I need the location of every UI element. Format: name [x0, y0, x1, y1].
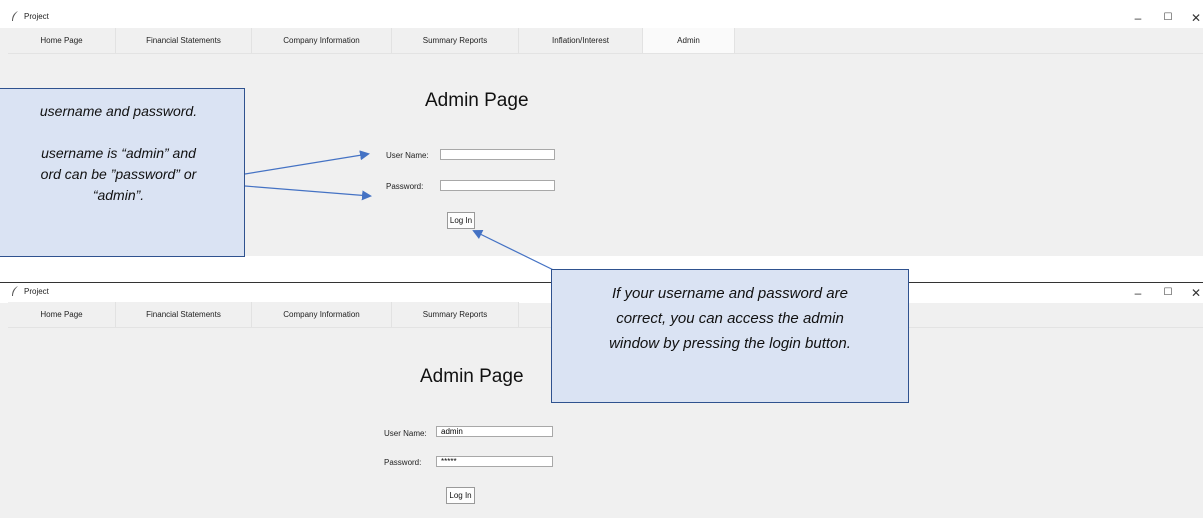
password-input[interactable] [440, 180, 555, 191]
username-input[interactable]: admin [436, 426, 553, 437]
callout-line: If your username and password are [612, 285, 848, 302]
tab-admin[interactable]: Admin [643, 28, 735, 53]
callout-line [0, 122, 244, 143]
tab-financial-statements[interactable]: Financial Statements [116, 28, 252, 53]
title-bar: Project – ☐ ✕ [0, 8, 1203, 28]
tab-home-page[interactable]: Home Page [8, 302, 116, 327]
password-input[interactable]: ***** [436, 456, 553, 467]
password-label: Password: [386, 182, 424, 191]
callout-line: correct, you can access the admin [616, 310, 844, 327]
minimize-button[interactable]: – [1121, 283, 1155, 303]
callout-line: username is “admin” and [41, 145, 196, 161]
tab-home-page[interactable]: Home Page [8, 28, 116, 53]
tab-bar: Home Page Financial Statements Company I… [8, 28, 735, 53]
tab-divider [8, 53, 1203, 54]
username-label: User Name: [384, 429, 427, 438]
window-title: Project [24, 287, 49, 296]
tab-company-information[interactable]: Company Information [252, 28, 392, 53]
callout-line: ord can be ”password” or [40, 166, 197, 182]
feather-app-icon [11, 286, 21, 298]
callout-line: “admin”. [92, 187, 145, 203]
tab-summary-reports[interactable]: Summary Reports [392, 302, 519, 327]
page-title: Admin Page [420, 366, 524, 387]
callout-line: username and password. [39, 103, 198, 119]
tab-inflation-interest[interactable]: Inflation/Interest [519, 28, 643, 53]
password-label: Password: [384, 458, 422, 467]
close-button[interactable]: ✕ [1179, 8, 1203, 28]
minimize-button[interactable]: – [1121, 8, 1155, 28]
page-title: Admin Page [425, 90, 529, 111]
tab-financial-statements[interactable]: Financial Statements [116, 302, 252, 327]
callout-login-note: If your username and password are correc… [551, 269, 909, 403]
tab-company-information[interactable]: Company Information [252, 302, 392, 327]
callout-credentials-note: username and password. username is “admi… [0, 88, 245, 257]
window-title: Project [24, 12, 49, 21]
close-button[interactable]: ✕ [1179, 283, 1203, 303]
tab-bar: Home Page Financial Statements Company I… [8, 302, 519, 327]
login-button[interactable]: Log In [446, 487, 475, 504]
tab-summary-reports[interactable]: Summary Reports [392, 28, 519, 53]
username-label: User Name: [386, 151, 429, 160]
login-button[interactable]: Log In [447, 212, 475, 229]
feather-app-icon [11, 11, 21, 23]
callout-line: window by pressing the login button. [609, 335, 851, 352]
username-input[interactable] [440, 149, 555, 160]
